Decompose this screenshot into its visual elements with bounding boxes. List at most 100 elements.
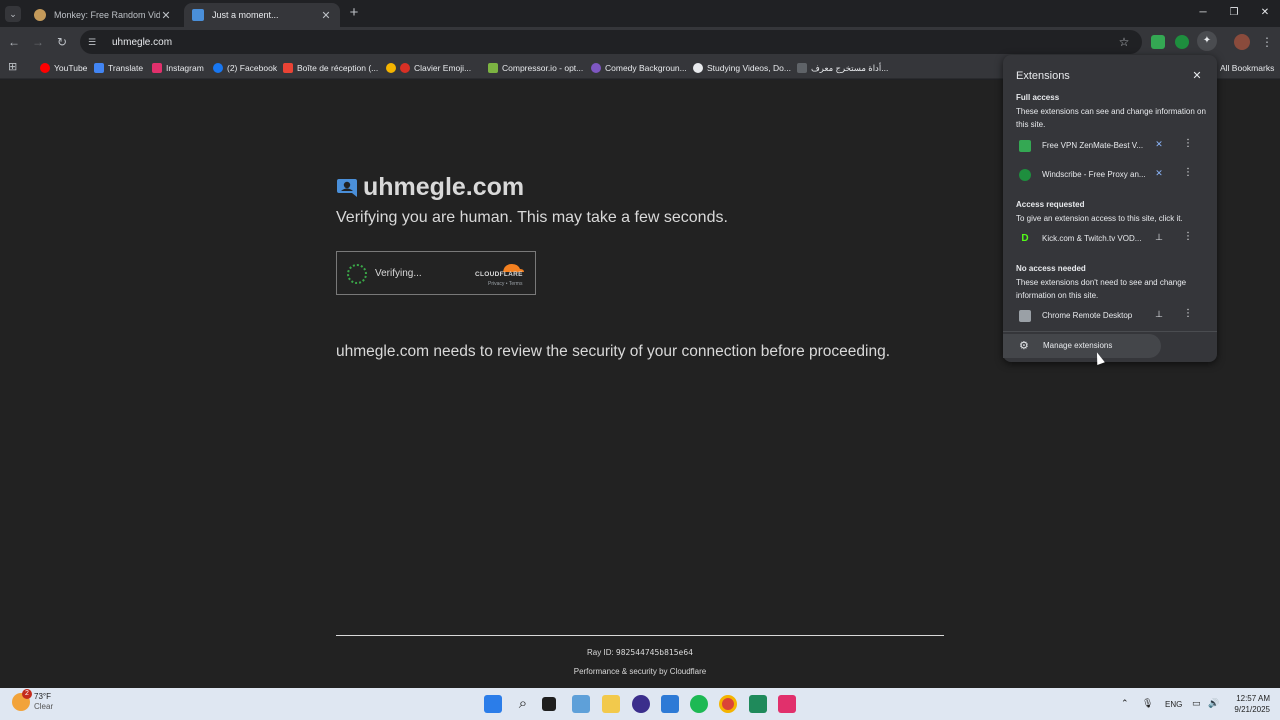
close-tab-icon[interactable]: ✕ [160, 9, 172, 22]
comedy-icon [591, 63, 601, 73]
search-icon[interactable]: ⌕ [514, 695, 532, 713]
full-access-description: These extensions can see and change info… [1016, 107, 1206, 129]
bookmark-label: Boîte de réception (... [297, 63, 379, 73]
remote-desktop-icon [1019, 310, 1031, 322]
unpin-icon[interactable]: ✕ [1153, 168, 1165, 179]
translate-icon [94, 63, 104, 73]
task-view-icon[interactable] [542, 697, 556, 711]
extension-row-remote-desktop[interactable]: Chrome Remote Desktop ⊥ ⋮ [1003, 304, 1217, 328]
extension-name: Chrome Remote Desktop [1042, 311, 1133, 320]
bookmark-comedy[interactable]: Comedy Backgroun... [591, 61, 687, 75]
bookmark-gmail[interactable]: Boîte de réception (... [283, 61, 378, 75]
bookmark-label: Translate [108, 63, 144, 73]
pin-icon[interactable]: ⊥ [1153, 309, 1165, 320]
weather-widget[interactable]: 2 73°F Clear [12, 689, 53, 712]
cloudflare-challenge-widget[interactable]: Verifying... CLOUDFLARE Privacy • Terms [336, 251, 536, 295]
tab-search-icon[interactable]: ⌄ [5, 6, 21, 22]
bookmark-label: Comedy Backgroun... [605, 63, 687, 73]
all-bookmarks[interactable]: All Bookmarks [1220, 61, 1274, 75]
apps-grid-icon[interactable]: ⊞ [8, 61, 20, 73]
windscribe-icon [1019, 169, 1031, 181]
bookmark-label: Compressor.io - opt... [502, 63, 584, 73]
zenmate-icon [1019, 140, 1031, 152]
windows-start-icon[interactable] [484, 695, 502, 713]
bookmark-clavier-emoji[interactable]: Clavier Emoji... [400, 61, 471, 75]
app-icon[interactable] [749, 695, 767, 713]
desktop-app-icon[interactable] [572, 695, 590, 713]
performance-footer: Performance & security by Cloudflare [0, 667, 1280, 676]
more-options-icon[interactable]: ⋮ [1183, 138, 1193, 149]
extension-row-zenmate[interactable]: Free VPN ZenMate-Best V... ✕ ⋮ [1003, 134, 1217, 158]
ray-label: Ray ID: [587, 648, 614, 657]
weather-sun-icon: 2 [12, 689, 32, 711]
window-close-icon[interactable]: ✕ [1252, 5, 1278, 21]
bookmark-label: أداة مستخرج معرف... [811, 62, 889, 73]
address-bar[interactable]: ☰ uhmegle.com [80, 30, 1142, 54]
obs-icon[interactable] [632, 695, 650, 713]
tray-chevron-icon[interactable]: ⌃ [1121, 698, 1129, 709]
pin-icon[interactable]: ⊥ [1153, 232, 1165, 243]
facebook-icon [213, 63, 223, 73]
extension-row-kick-twitch[interactable]: D Kick.com & Twitch.tv VOD... ⊥ ⋮ [1003, 227, 1217, 251]
language-indicator[interactable]: ENG [1165, 700, 1182, 709]
bookmark-label: (2) Facebook [227, 63, 278, 73]
manage-extensions-button[interactable]: ⚙ Manage extensions [1003, 334, 1161, 358]
cloudflare-link[interactable]: Cloudflare [670, 667, 706, 676]
microphone-icon[interactable]: 🎙 [1142, 698, 1153, 709]
monkey-favicon-icon [34, 9, 46, 21]
site-title-text: uhmegle.com [363, 173, 525, 201]
windscribe-extension-icon[interactable] [1175, 35, 1189, 49]
bookmark-extractor[interactable]: أداة مستخرج معرف... [797, 61, 888, 75]
footer-divider [336, 635, 944, 636]
menu-kebab-icon[interactable]: ⋮ [1259, 34, 1275, 50]
gmail-icon [283, 63, 293, 73]
tab-just-a-moment[interactable]: Just a moment... ✕ [184, 3, 340, 27]
new-tab-icon[interactable]: + [346, 5, 362, 21]
extensions-puzzle-icon[interactable]: ✦ [1197, 31, 1217, 51]
extension-name: Kick.com & Twitch.tv VOD... [1042, 234, 1142, 243]
bookmark-facebook[interactable]: (2) Facebook [213, 61, 277, 75]
instagram-icon [152, 63, 162, 73]
reload-icon[interactable]: ↻ [54, 34, 70, 50]
kick-extension-icon: D [1019, 233, 1031, 245]
gear-icon: ⚙ [1019, 340, 1029, 352]
bookmark-studying[interactable]: Studying Videos, Do... [693, 61, 791, 75]
popup-divider [1003, 331, 1217, 332]
profile-avatar[interactable] [1234, 34, 1250, 50]
privacy-terms-links[interactable]: Privacy • Terms [488, 281, 522, 287]
zenmate-extension-icon[interactable] [1151, 35, 1165, 49]
bookmark-star-icon[interactable]: ☆ [1116, 34, 1132, 50]
ray-id: Ray ID: 982544745b815e64 [0, 648, 1280, 657]
back-icon[interactable]: ← [6, 34, 22, 50]
bookmark-emoji[interactable] [386, 61, 400, 75]
bookmark-instagram[interactable]: Instagram [152, 61, 204, 75]
clock-time: 12:57 AM [1236, 694, 1270, 703]
tab-monkey[interactable]: Monkey: Free Random Video C ✕ [26, 3, 180, 27]
maximize-icon[interactable]: ❐ [1221, 5, 1247, 21]
file-explorer-icon[interactable] [602, 695, 620, 713]
popup-close-icon[interactable]: ✕ [1191, 69, 1203, 82]
extension-row-windscribe[interactable]: Windscribe - Free Proxy an... ✕ ⋮ [1003, 163, 1217, 187]
chrome-icon[interactable] [719, 695, 737, 713]
bookmark-youtube[interactable]: YouTube [40, 61, 87, 75]
site-info-icon[interactable]: ☰ [88, 37, 100, 48]
tiktok-icon[interactable] [778, 695, 796, 713]
tab-title: Just a moment... [212, 10, 279, 20]
volume-icon[interactable]: 🔊 [1208, 698, 1219, 709]
bookmark-compressor[interactable]: Compressor.io - opt... [488, 61, 583, 75]
uhmegle-logo-icon [337, 178, 357, 197]
system-clock[interactable]: 12:57 AM 9/21/2025 [1224, 693, 1270, 715]
network-icon[interactable]: ▭ [1192, 698, 1201, 709]
unpin-icon[interactable]: ✕ [1153, 139, 1165, 150]
minimize-icon[interactable]: ─ [1190, 5, 1216, 21]
more-options-icon[interactable]: ⋮ [1183, 167, 1193, 178]
compressor-icon [488, 63, 498, 73]
loading-spinner-icon [347, 264, 367, 284]
store-icon[interactable] [661, 695, 679, 713]
close-tab-icon[interactable]: ✕ [320, 9, 332, 22]
spotify-icon[interactable] [690, 695, 708, 713]
more-options-icon[interactable]: ⋮ [1183, 231, 1193, 242]
more-options-icon[interactable]: ⋮ [1183, 308, 1193, 319]
bookmark-translate[interactable]: Translate [94, 61, 143, 75]
bookmark-label: Instagram [166, 63, 204, 73]
